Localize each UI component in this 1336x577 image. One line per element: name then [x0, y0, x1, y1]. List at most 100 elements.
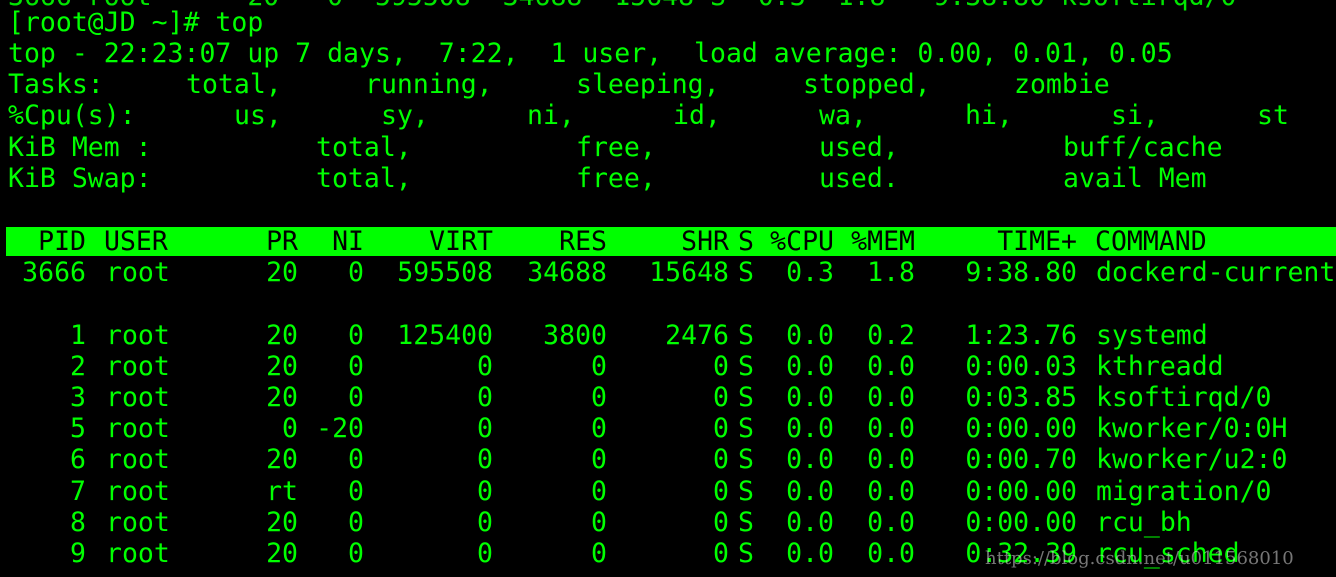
cell-virt: 595508 — [397, 257, 493, 288]
cell-pid: 1 — [70, 320, 86, 351]
table-row: 8 root 20 0 0 0 0 S 0.0 0.0 0:00.00 rcu_bh — [0, 507, 1336, 538]
cell-shr: 0 — [713, 413, 729, 444]
cell-res: 34688 — [527, 257, 607, 288]
table-row: 2 root 20 0 0 0 0 S 0.0 0.0 0:00.03 kthreadd — [0, 351, 1336, 382]
table-row: 3666 root 20 0 595508 34688 15648 S 0.3 1.8 9:38.8… — [0, 257, 1336, 288]
cell-command: dockerd-current — [1096, 257, 1336, 288]
col-pid-header[interactable]: PID — [6, 226, 86, 257]
cell-command: ksoftirqd/0 — [1096, 382, 1272, 413]
cell-ni: -20 — [316, 413, 364, 444]
col-time-header[interactable]: TIME+ — [936, 226, 1077, 257]
cell-user: root — [106, 257, 170, 288]
cell-time: 0:00.00 — [965, 413, 1077, 444]
cell-mem: 0.0 — [867, 351, 915, 382]
cell-mem: 0.0 — [867, 507, 915, 538]
terminal-window[interactable]: 3666 root 20 0 595508 34688 15648 S 0.3 … — [0, 0, 1336, 577]
swap-label: KiB Swap: — [8, 163, 152, 194]
mem-buff-cache: buff/cache — [1063, 132, 1223, 163]
cell-cpu: 0.0 — [786, 320, 834, 351]
cell-user: root — [106, 538, 170, 569]
cell-cpu: 0.0 — [786, 507, 834, 538]
cell-mem: 0.0 — [867, 413, 915, 444]
col-command-header[interactable]: COMMAND — [1095, 226, 1207, 257]
cell-user: root — [106, 413, 170, 444]
cell-time: 0:00.00 — [965, 476, 1077, 507]
cell-mem: 1.8 — [867, 257, 915, 288]
cell-virt: 0 — [477, 476, 493, 507]
cell-pr: 20 — [266, 382, 298, 413]
cell-user: root — [106, 476, 170, 507]
table-row: 5 root 0 -20 0 0 0 S 0.0 0.0 0:00.00 kworker/0:0H — [0, 413, 1336, 444]
cpu-wa: wa, — [819, 100, 867, 131]
cell-res: 0 — [591, 382, 607, 413]
col-res-header[interactable]: RES — [496, 226, 607, 257]
col-virt-header[interactable]: VIRT — [376, 226, 493, 257]
cell-command: kworker/0:0H — [1096, 413, 1288, 444]
cell-pr: 20 — [266, 257, 298, 288]
cell-res: 3800 — [543, 320, 607, 351]
cell-cpu: 0.0 — [786, 351, 834, 382]
col-ni-header[interactable]: NI — [306, 226, 364, 257]
col-mem-header[interactable]: %MEM — [836, 226, 915, 257]
cell-cpu: 0.0 — [786, 538, 834, 569]
cell-command: rcu_bh — [1096, 507, 1192, 538]
cell-res: 0 — [591, 444, 607, 475]
cpu-ni: ni, — [527, 100, 575, 131]
cell-command: kthreadd — [1096, 351, 1224, 382]
cell-pid: 5 — [70, 413, 86, 444]
cell-pid: 8 — [70, 507, 86, 538]
cell-time: 0:00.00 — [965, 507, 1077, 538]
cpu-label: %Cpu(s): — [8, 100, 136, 131]
tasks-sleeping: sleeping, — [576, 69, 720, 100]
cell-cpu: 0.3 — [786, 257, 834, 288]
cell-time: 9:38.80 — [965, 257, 1077, 288]
cell-command: systemd — [1096, 320, 1208, 351]
table-row: 1 root 20 0 125400 3800 2476 S 0.0 0.2 1:23.76 syst… — [0, 320, 1336, 351]
cell-virt: 0 — [477, 538, 493, 569]
cell-mem: 0.0 — [867, 382, 915, 413]
cell-pid: 7 — [70, 476, 86, 507]
col-user-header[interactable]: USER — [104, 226, 168, 257]
table-row: 6 root 20 0 0 0 0 S 0.0 0.0 0:00.70 kworker/u2:0 — [0, 444, 1336, 475]
cell-pr: 20 — [266, 507, 298, 538]
cell-pid: 2 — [70, 351, 86, 382]
cell-ni: 0 — [348, 444, 364, 475]
cell-shr: 0 — [713, 538, 729, 569]
cell-pid: 6 — [70, 444, 86, 475]
cell-time: 1:23.76 — [965, 320, 1077, 351]
cell-pr: 20 — [266, 538, 298, 569]
cell-virt: 0 — [477, 351, 493, 382]
uptime-line: top - 22:23:07 up 7 days, 7:22, 1 user, … — [8, 38, 1173, 69]
process-table-header: PID USER PR NI VIRT RES SHR S %CPU %MEM … — [6, 226, 1336, 257]
col-s-header[interactable]: S — [738, 226, 754, 257]
cell-ni: 0 — [348, 507, 364, 538]
cell-pr: 20 — [266, 320, 298, 351]
cell-shr: 15648 — [649, 257, 729, 288]
cell-mem: 0.0 — [867, 444, 915, 475]
tasks-label: Tasks: — [8, 69, 104, 100]
cell-ni: 0 — [348, 351, 364, 382]
cell-cpu: 0.0 — [786, 444, 834, 475]
cell-virt: 0 — [477, 444, 493, 475]
cell-pr: 20 — [266, 444, 298, 475]
cell-ni: 0 — [348, 257, 364, 288]
cell-cpu: 0.0 — [786, 413, 834, 444]
cell-virt: 0 — [477, 507, 493, 538]
cell-virt: 0 — [477, 382, 493, 413]
cell-user: root — [106, 382, 170, 413]
cell-user: root — [106, 320, 170, 351]
col-shr-header[interactable]: SHR — [616, 226, 729, 257]
shell-prompt: [root@JD ~]# top — [8, 7, 264, 38]
cell-cpu: 0.0 — [786, 476, 834, 507]
cpu-sy: sy, — [381, 100, 429, 131]
cell-res: 0 — [591, 413, 607, 444]
cell-virt: 125400 — [397, 320, 493, 351]
col-cpu-header[interactable]: %CPU — [756, 226, 834, 257]
col-pr-header[interactable]: PR — [226, 226, 298, 257]
cell-ni: 0 — [348, 320, 364, 351]
cpu-line: %Cpu(s): us, sy, ni, id, wa, hi, si, st — [0, 100, 1289, 131]
cpu-hi: hi, — [965, 100, 1013, 131]
cell-time: 0:03.85 — [965, 382, 1077, 413]
cell-user: root — [106, 507, 170, 538]
cell-cpu: 0.0 — [786, 382, 834, 413]
